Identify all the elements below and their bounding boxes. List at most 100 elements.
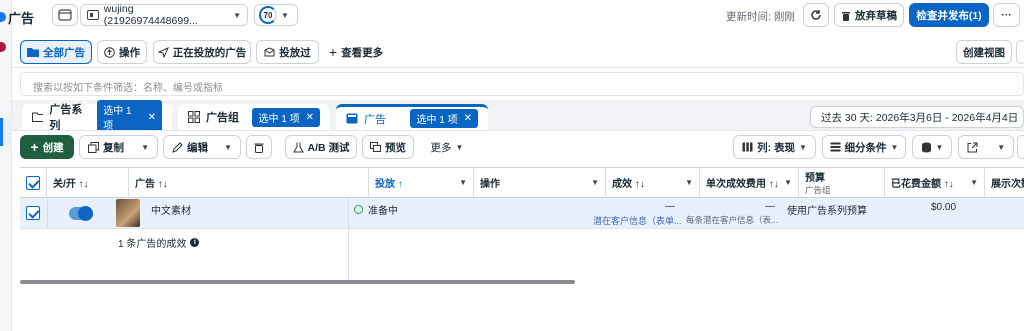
ad-thumbnail[interactable] [116,199,140,227]
more-options-button[interactable]: ··· [993,3,1020,27]
table-row[interactable]: 中文素材 准备中 — 潜在客户信息（表单... — 每条潜在客户信息（表... … [20,198,1024,228]
meta-logo-icon[interactable] [0,12,6,22]
review-publish-button[interactable]: 检查并发布(1) [909,3,989,27]
delete-button[interactable] [246,135,272,159]
caret-down-icon: ▼ [890,142,899,152]
discard-draft-button[interactable]: 放弃草稿 [834,3,904,27]
action-overflow-button[interactable] [1017,135,1024,159]
caret-down-icon: ▼ [935,142,944,152]
tab-ads[interactable]: 广告 选中 1 项 ✕ [336,104,488,130]
tab-ad-sets[interactable]: 广告组 选中 1 项 ✕ [178,104,330,130]
caret-down-icon[interactable]: ▼ [685,178,693,187]
view-overflow-button[interactable] [1016,40,1024,64]
more-label: ··· [1001,9,1012,21]
publish-label: 检查并发布(1) [916,9,982,22]
preview-button[interactable]: 预览 [362,135,414,159]
breakdown-selector[interactable]: 细分条件 ▼ [822,135,906,159]
see-more-button[interactable]: + 查看更多 [325,40,387,64]
plus-icon: + [328,44,338,60]
header-select-all[interactable] [20,168,47,198]
cost-per-result-type: 每条潜在客户信息（表... [686,215,779,225]
more-actions-label: 更多 [430,141,452,154]
results-summary-label: 1 条广告的成效 [118,239,187,250]
close-icon[interactable]: ✕ [148,112,156,123]
caret-down-icon[interactable]: ▼ [141,143,149,152]
caret-down-icon[interactable]: ▼ [224,143,232,152]
columns-icon [742,142,753,152]
refresh-button[interactable] [803,3,829,27]
caret-down-icon[interactable]: ▼ [970,178,978,187]
grid-icon [188,111,200,123]
all-ads-view-button[interactable]: 全部广告 [20,40,92,64]
score-indicator[interactable]: 70 ▼ [254,4,298,26]
header-delivery-label: 投放 ↑ [375,179,403,190]
header-results[interactable]: 成效 ↑↓ ▼ [606,168,700,198]
header-budget[interactable]: 预算 广告组 [799,168,885,198]
row-checkbox[interactable] [26,206,40,220]
edit-button[interactable]: 编辑 ▼ [163,135,241,159]
ab-test-button[interactable]: A/B 测试 [285,135,357,159]
ads-table: 关/开 ↑↓ 广告 ↑↓ 投放 ↑ ▼ 操作 ▼ 成效 ↑↓ ▼ 单次成效费用 … [20,167,1024,280]
caret-down-icon[interactable]: ▼ [459,178,467,187]
more-actions-button[interactable]: 更多 ▼ [424,135,470,159]
breakdown-label: 细分条件 [844,141,887,154]
info-icon[interactable]: i [190,238,200,247]
row-divider [20,228,1024,229]
ad-name[interactable]: 中文素材 [151,202,191,217]
header-cost-per-result[interactable]: 单次成效费用 ↑↓ ▼ [700,168,799,198]
create-button[interactable]: + 创建 [20,135,74,159]
header-budget-label: 预算 [805,173,825,184]
close-icon[interactable]: ✕ [464,113,472,124]
caret-down-icon[interactable]: ▼ [591,178,599,187]
onoff-toggle[interactable] [69,206,93,221]
pencil-icon [172,141,183,153]
folder-icon [27,48,39,57]
close-icon[interactable]: ✕ [306,112,314,123]
selection-chip[interactable]: 选中 1 项 ✕ [97,100,162,134]
amount-spent-value: $0.00 [931,202,957,213]
header-delivery[interactable]: 投放 ↑ ▼ [369,168,474,198]
reports-button[interactable]: ▼ [912,135,952,159]
columns-selector[interactable]: 列: 表现 ▼ [733,135,816,159]
duplicate-button[interactable]: 复制 ▼ [79,135,158,159]
actions-view-button[interactable]: 操作 [97,40,147,64]
delivery-status: 准备中 [354,202,398,217]
left-rail [0,0,12,331]
create-view-label: 创建视图 [963,46,1005,59]
select-all-checkbox[interactable] [26,175,40,190]
selection-chip[interactable]: 选中 1 项 ✕ [410,109,478,128]
header-cost-label: 单次成效费用 ↑↓ [706,179,779,190]
refresh-icon [811,10,821,20]
flask-icon [292,142,304,152]
header-actions[interactable]: 操作 ▼ [474,168,606,198]
header-onoff[interactable]: 关/开 ↑↓ [47,168,129,198]
create-view-button[interactable]: 创建视图 [956,40,1012,64]
header-actions-label: 操作 [480,179,500,190]
page-title: 广告 [8,11,35,26]
date-range-picker[interactable]: 过去 30 天: 2026年3月6日 - 2026年4月4日 [810,106,1024,128]
discard-label: 放弃草稿 [855,9,897,22]
delivered-ads-button[interactable]: 投放过 [256,40,319,64]
chevron-down-icon: ▼ [233,10,241,20]
tab-campaigns[interactable]: 广告系列 选中 1 项 ✕ [22,100,172,134]
cost-per-result-value: — [765,201,775,212]
campaign-panel-toggle[interactable] [52,4,78,26]
rail-selected-item[interactable] [0,118,12,146]
caret-down-icon[interactable]: ▼ [784,178,792,187]
caret-down-icon: ▼ [799,142,807,152]
date-range-label: 过去 30 天: 2026年3月6日 - 2026年4月4日 [821,111,1019,124]
delivering-ads-button[interactable]: 正在投放的广告 [153,40,251,64]
header-ad-name[interactable]: 广告 ↑↓ [129,168,369,198]
results-type: 潜在客户信息（表单... [593,216,682,226]
chevron-down-icon: ▼ [281,10,289,20]
export-button[interactable]: ▼ [958,135,1014,159]
header-amount-spent[interactable]: 已花费金额 ↑↓ ▼ [885,168,985,198]
header-impressions[interactable]: 展示次数 ↑↓ [985,168,1024,198]
all-ads-label: 全部广告 [43,46,85,59]
envelope-icon [264,47,275,57]
search-filter-input[interactable]: 搜索以按如下条件筛选：名称、编号或指标 [20,72,1024,96]
account-selector[interactable]: wujing (21926974448699... ▼ [80,3,248,27]
selection-chip[interactable]: 选中 1 项 ✕ [252,107,320,127]
horizontal-scrollbar[interactable] [20,280,575,284]
account-avatar[interactable] [0,42,6,52]
